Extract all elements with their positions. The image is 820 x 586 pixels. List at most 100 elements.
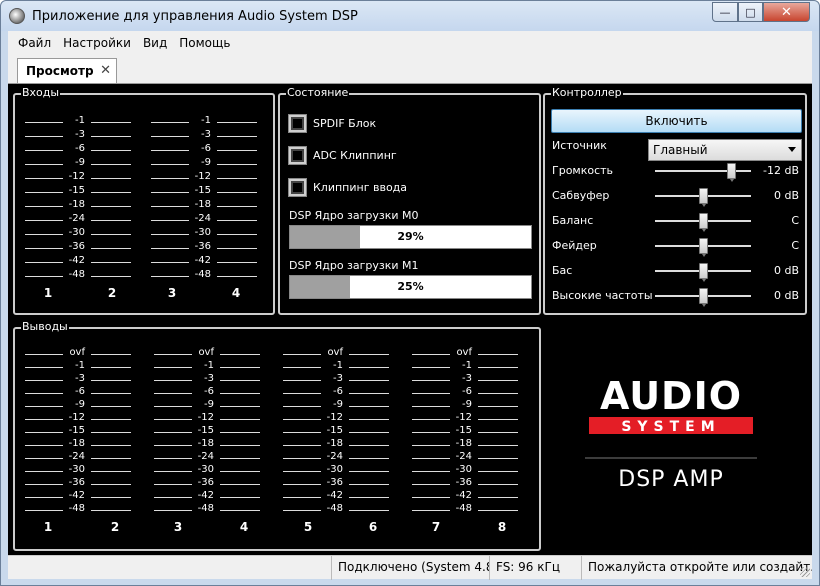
outputs-meter-row: -18	[412, 438, 526, 449]
outputs-scale-label: -12	[197, 412, 214, 423]
inputs-scale-label: -3	[75, 129, 85, 140]
inputs-scale-label: -9	[201, 157, 211, 168]
outputs-meter-row: ovf	[154, 347, 268, 358]
outputs-meter-tick	[478, 445, 518, 446]
menu-file[interactable]: Файл	[18, 36, 51, 50]
outputs-meter-row: -36	[283, 477, 397, 488]
menu-view[interactable]: Вид	[143, 36, 167, 50]
inputs-scale-label: -12	[68, 171, 85, 182]
tab-view[interactable]: Просмотр ✕	[17, 58, 117, 83]
slider-control[interactable]	[655, 187, 751, 207]
outputs-meter-row: -30	[154, 464, 268, 475]
resize-grip-icon[interactable]	[800, 567, 810, 577]
outputs-meter-tick	[154, 354, 192, 355]
maximize-button[interactable]: □	[738, 2, 763, 22]
input-clip-led-icon	[288, 178, 307, 197]
slider-thumb[interactable]	[698, 288, 708, 307]
source-select[interactable]: Главный	[648, 139, 802, 161]
outputs-scale-label: -36	[197, 477, 214, 488]
slider-thumb[interactable]	[698, 188, 708, 207]
outputs-meter-row: -15	[412, 425, 526, 436]
outputs-meter-row: -24	[283, 451, 397, 462]
slider-value: -12 dB	[763, 164, 799, 177]
outputs-meter-tick	[91, 419, 131, 420]
menu-settings[interactable]: Настройки	[63, 36, 131, 50]
slider-thumb[interactable]	[698, 263, 708, 282]
load-m0-text: 29%	[397, 230, 424, 243]
load-m1-text: 25%	[397, 280, 424, 293]
outputs-meter-tick	[412, 432, 450, 433]
slider-control[interactable]	[655, 162, 751, 182]
indicator-spdif-label: SPDIF Блок	[313, 117, 377, 130]
inputs-meter-tick	[217, 206, 257, 207]
outputs-meter-row: -9	[412, 399, 526, 410]
outputs-meter-tick	[283, 393, 321, 394]
close-button[interactable]: ✕	[763, 2, 810, 22]
inputs-meter-tick	[25, 192, 63, 193]
minimize-button[interactable]: —	[712, 2, 738, 22]
outputs-scale-label: ovf	[327, 347, 343, 358]
slider-control[interactable]	[655, 237, 751, 257]
tab-close-icon[interactable]: ✕	[100, 63, 111, 78]
source-label: Источник	[552, 139, 607, 152]
outputs-meter-tick	[25, 445, 63, 446]
outputs-meter-tick	[349, 471, 389, 472]
outputs-scale-label: -15	[455, 425, 472, 436]
outputs-scale-label: -30	[197, 464, 214, 475]
inputs-meter-row: -48	[25, 269, 139, 280]
outputs-meter-tick	[349, 497, 389, 498]
inputs-meter-tick	[91, 178, 131, 179]
status-sample-rate: FS: 96 кГц	[489, 556, 581, 580]
outputs-scale-label: -30	[455, 464, 472, 475]
inputs-meter-tick	[25, 122, 63, 123]
outputs-meter-tick	[349, 432, 389, 433]
outputs-meter-tick	[478, 419, 518, 420]
slider-thumb[interactable]	[698, 238, 708, 257]
source-select-value: Главный	[653, 143, 708, 157]
outputs-meter-row: -30	[412, 464, 526, 475]
outputs-meter-tick	[349, 458, 389, 459]
inputs-meter-tick	[217, 276, 257, 277]
outputs-meter-tick	[25, 471, 63, 472]
outputs-meter-tick	[154, 497, 192, 498]
outputs-meter-row: -12	[154, 412, 268, 423]
outputs-meter-pair-2: ovf -1 -3 -6 -9 -12 -15 -18 -24 -30 -36 -42 -48	[154, 347, 268, 516]
slider-thumb[interactable]	[698, 213, 708, 232]
slider-control[interactable]	[655, 212, 751, 232]
enable-button[interactable]: Включить	[551, 109, 802, 133]
outputs-scale-label: -9	[333, 399, 343, 410]
inputs-meter-tick	[25, 248, 63, 249]
indicator-input-clip: Клиппинг ввода	[288, 178, 407, 197]
slider-control[interactable]	[655, 287, 751, 307]
outputs-meter-row: -18	[154, 438, 268, 449]
outputs-meter-row: -15	[283, 425, 397, 436]
outputs-meter-tick	[220, 471, 260, 472]
inputs-meter-row: -1	[25, 115, 139, 126]
inputs-meter-tick	[217, 192, 257, 193]
outputs-meter-row: ovf	[412, 347, 526, 358]
load-m0-progress: 29%	[289, 225, 532, 249]
outputs-meter-tick	[220, 367, 260, 368]
slider-control[interactable]	[655, 262, 751, 282]
inputs-meter-tick	[217, 220, 257, 221]
outputs-meter-tick	[154, 432, 192, 433]
outputs-meter-row: -9	[25, 399, 139, 410]
indicator-adc-clip: ADC Клиппинг	[288, 146, 397, 165]
outputs-meter-tick	[412, 354, 450, 355]
outputs-scale-label: -18	[197, 438, 214, 449]
outputs-meter-tick	[283, 484, 321, 485]
app-window: Приложение для управления Audio System D…	[0, 0, 820, 586]
slider-thumb[interactable]	[727, 163, 737, 182]
outputs-meter-tick	[91, 367, 131, 368]
outputs-meter-tick	[154, 380, 192, 381]
outputs-meter-tick	[283, 510, 321, 511]
outputs-meter-tick	[25, 510, 63, 511]
outputs-scale-label: -36	[455, 477, 472, 488]
outputs-meter-tick	[220, 458, 260, 459]
outputs-scale-label: -18	[68, 438, 85, 449]
outputs-meter-row: -36	[25, 477, 139, 488]
outputs-meter-tick	[478, 458, 518, 459]
inputs-meter-tick	[217, 136, 257, 137]
menu-help[interactable]: Помощь	[179, 36, 230, 50]
outputs-meter-row: ovf	[283, 347, 397, 358]
